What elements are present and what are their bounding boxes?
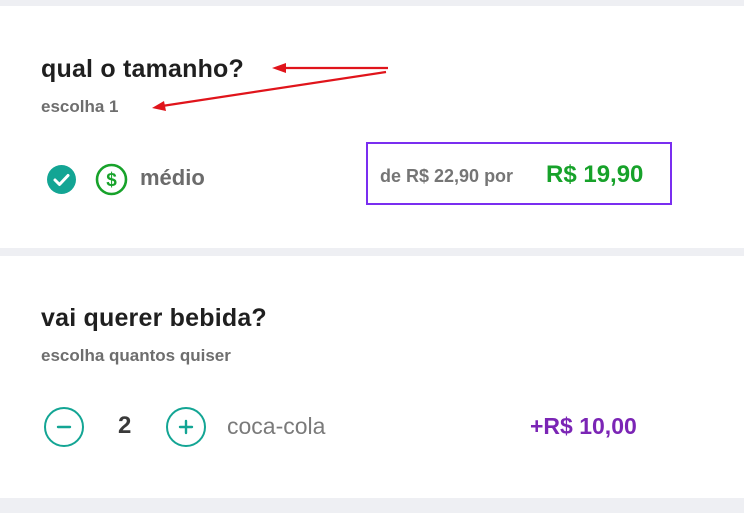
dollar-circle-icon: $: [95, 163, 128, 196]
check-circle-icon[interactable]: [47, 165, 76, 194]
drink-section-title: vai querer bebida?: [41, 304, 267, 332]
size-section-title: qual o tamanho?: [41, 55, 244, 83]
increase-quantity-button[interactable]: [166, 407, 206, 447]
svg-text:$: $: [106, 170, 117, 191]
quantity-value: 2: [118, 412, 132, 439]
minus-icon: [56, 425, 72, 429]
drink-option-label: coca-cola: [227, 413, 326, 439]
old-price-text: de R$ 22,90 por: [380, 166, 514, 186]
decrease-quantity-button[interactable]: [44, 407, 84, 447]
drink-section: vai querer bebida? escolha quantos quise…: [0, 256, 744, 498]
new-price: R$ 19,90: [546, 161, 644, 188]
size-section: qual o tamanho? escolha 1 $ médio de R$ …: [0, 6, 744, 248]
drink-section-subtitle: escolha quantos quiser: [41, 346, 231, 365]
plus-icon: [178, 419, 194, 435]
price-highlight-box: de R$ 22,90 por R$ 19,90: [366, 142, 672, 205]
size-section-subtitle: escolha 1: [41, 97, 119, 116]
drink-extra-price: +R$ 10,00: [530, 413, 637, 439]
size-option-label[interactable]: médio: [140, 165, 205, 191]
